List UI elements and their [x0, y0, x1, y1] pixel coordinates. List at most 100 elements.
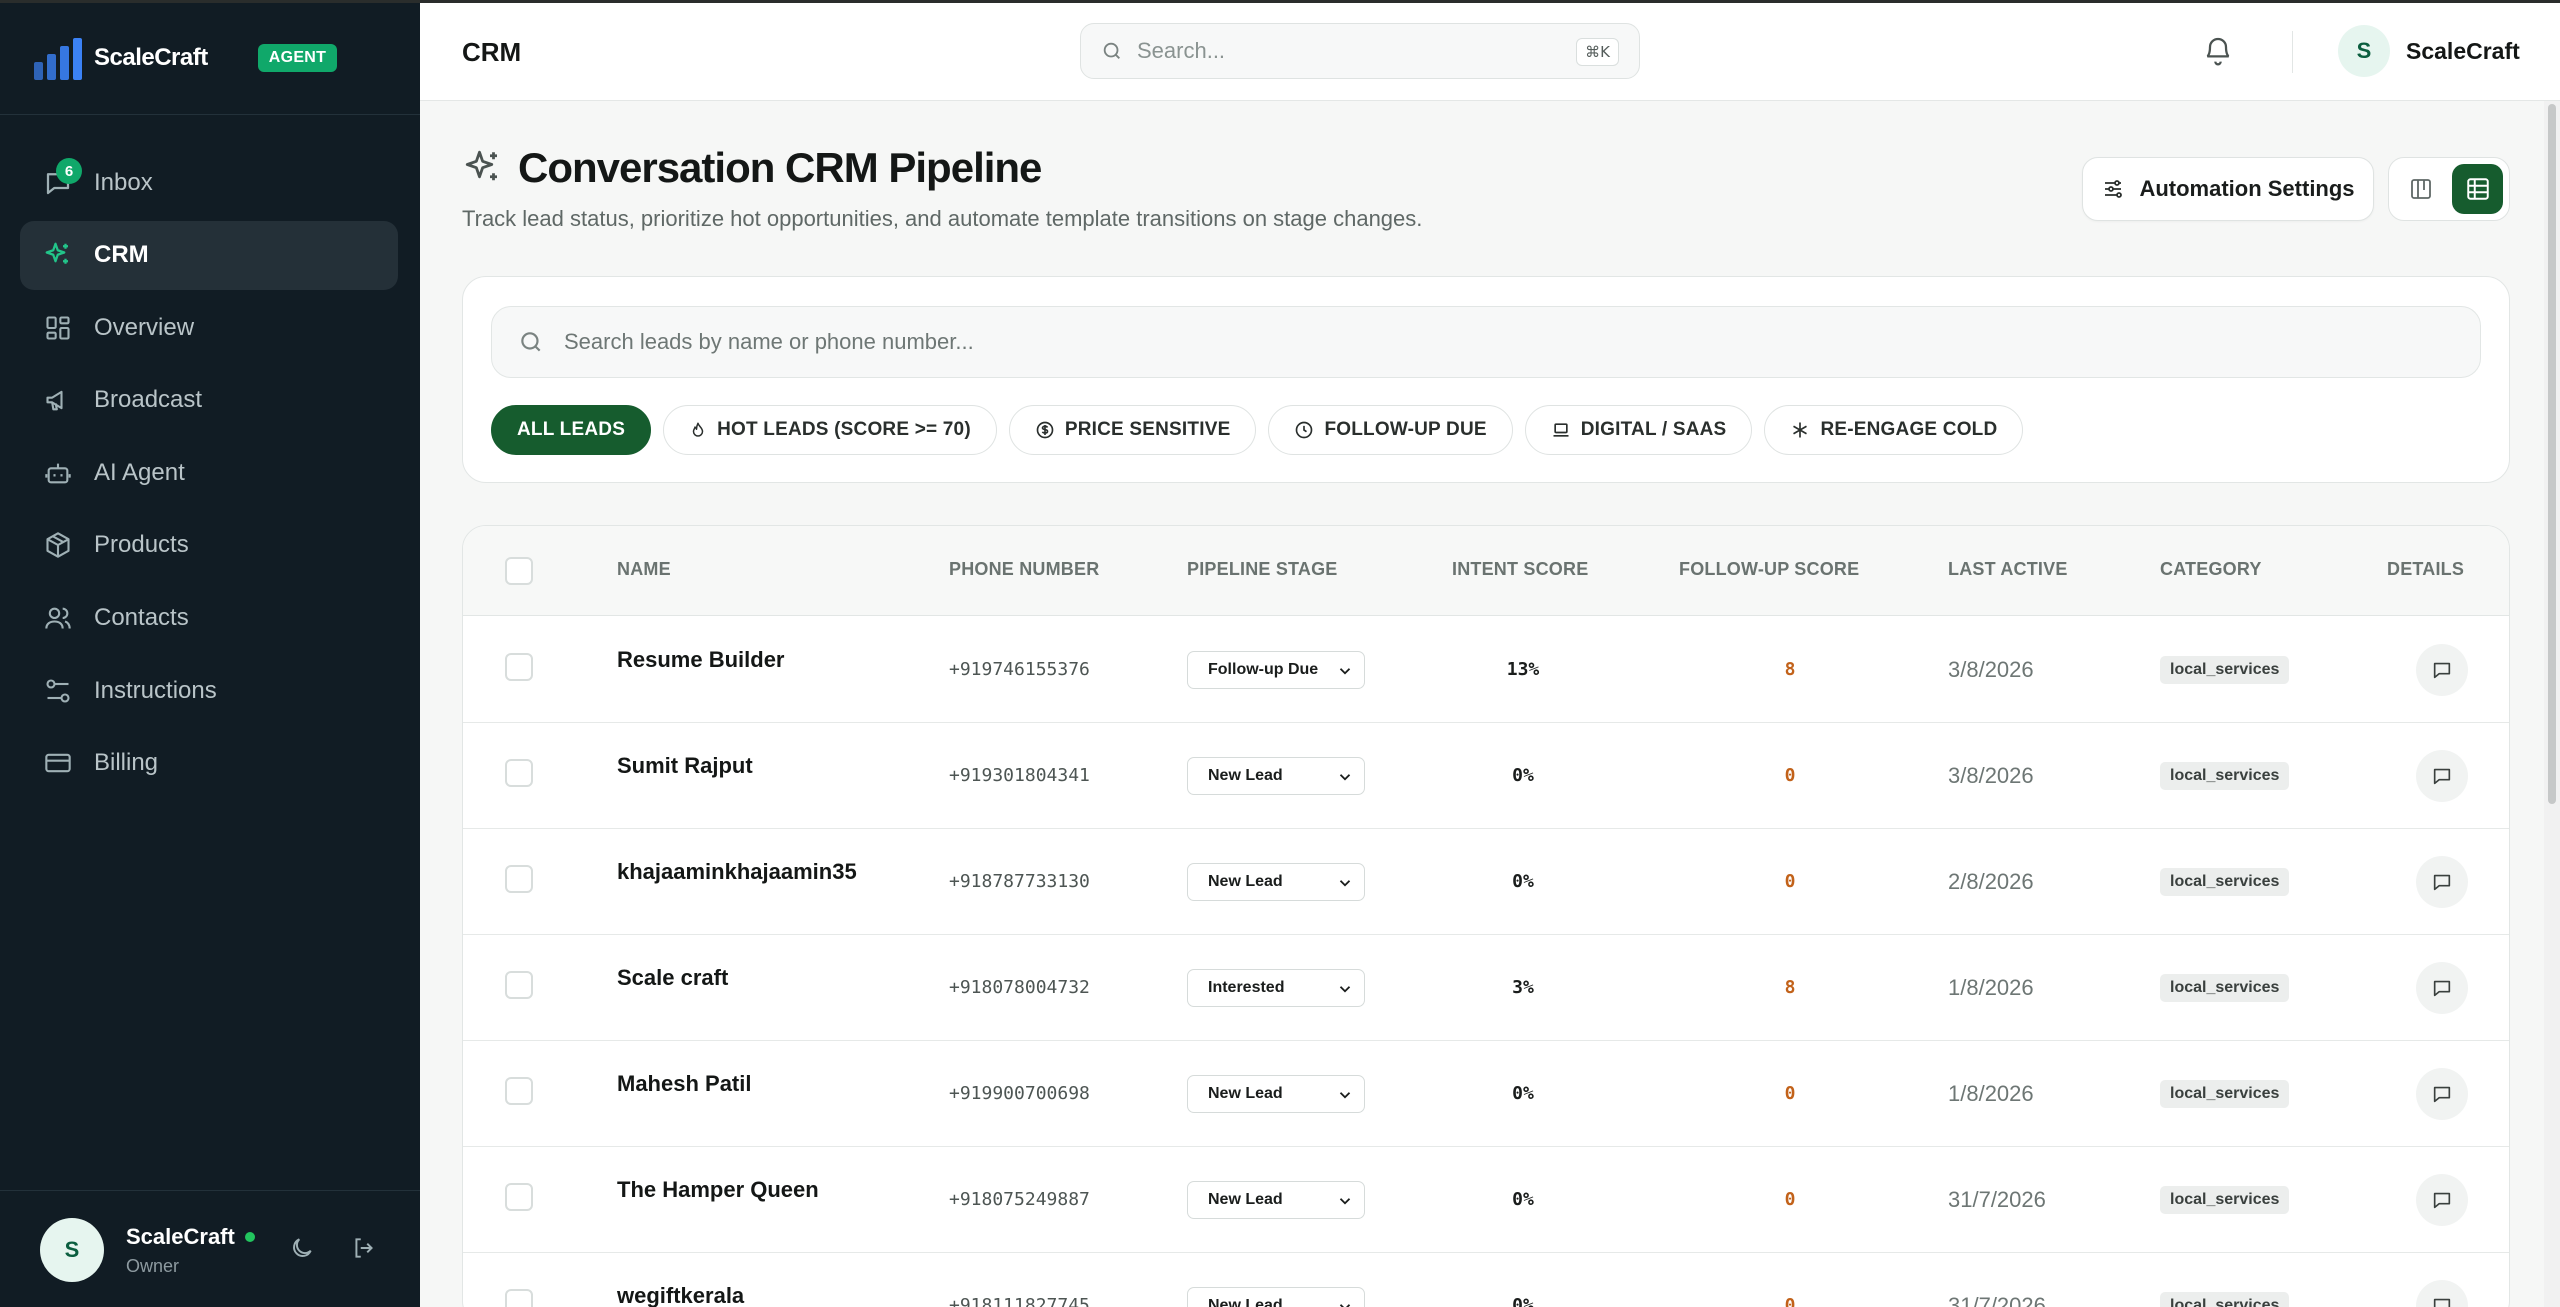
lead-name[interactable]: Sumit Rajput [617, 753, 753, 779]
pipeline-stage-select[interactable]: New Lead [1187, 863, 1365, 901]
details-button[interactable] [2416, 1280, 2468, 1307]
column-header-last-active[interactable]: LAST ACTIVE [1948, 559, 2068, 580]
intent-score: 0% [1512, 871, 1534, 892]
intent-score: 0% [1512, 1189, 1534, 1210]
details-button[interactable] [2416, 1174, 2468, 1226]
table-row[interactable]: Mahesh Patil +919900700698 New Lead 0% 0 1/8/… [463, 1041, 2509, 1147]
sidebar-item-crm[interactable]: CRM [20, 220, 398, 290]
intent-score: 0% [1512, 1083, 1534, 1104]
window-top-edge [0, 0, 2560, 3]
automation-settings-button[interactable]: Automation Settings [2082, 157, 2374, 221]
chip-label: FOLLOW-UP DUE [1324, 419, 1487, 440]
sidebar-item-products[interactable]: Products [20, 511, 398, 580]
lead-search[interactable] [491, 306, 2481, 378]
global-search[interactable]: ⌘K [1080, 23, 1640, 79]
chat-icon [2433, 1298, 2451, 1307]
flame-icon [692, 422, 704, 437]
table-row[interactable]: The Hamper Queen +918075249887 New Lead 0% 0… [463, 1147, 2509, 1253]
pipeline-stage-select[interactable]: New Lead [1187, 757, 1365, 795]
table-view-button[interactable] [2452, 164, 2503, 214]
chip-all-leads[interactable]: ALL LEADS [491, 405, 652, 455]
header-user-menu[interactable]: S ScaleCraft [2338, 25, 2520, 77]
logout-button[interactable] [348, 1232, 380, 1264]
chip-digital-saas[interactable]: DIGITAL / SAAS [1524, 405, 1753, 455]
details-button[interactable] [2416, 962, 2468, 1014]
avatar: S [40, 1218, 104, 1282]
pipeline-stage-select[interactable]: New Lead [1187, 1075, 1365, 1113]
sidebar-item-overview[interactable]: Overview [20, 293, 398, 362]
lead-name[interactable]: wegiftkerala [617, 1283, 744, 1307]
column-header-phone[interactable]: PHONE NUMBER [949, 559, 1099, 580]
table-row[interactable]: Sumit Rajput +919301804341 New Lead 0% 0 3/8/… [463, 723, 2509, 829]
pipeline-stage-select[interactable]: Interested [1187, 969, 1365, 1007]
last-active: 1/8/2026 [1948, 1081, 2034, 1106]
chevron-down-icon [1339, 1092, 1351, 1099]
row-checkbox[interactable] [505, 865, 533, 893]
chip-hot-leads[interactable]: HOT LEADS (SCORE >= 70) [663, 405, 997, 455]
brand[interactable]: ScaleCraft AGENT [34, 34, 338, 82]
header-title: CRM [462, 37, 522, 67]
lead-name[interactable]: khajaaminkhajaamin35 [617, 859, 857, 885]
pipeline-stage-select[interactable]: New Lead [1187, 1181, 1365, 1219]
table-row[interactable]: Scale craft +918078004732 Interested 3% 8 1/8… [463, 935, 2509, 1041]
follow-up-score: 0 [1784, 871, 1796, 892]
lead-name[interactable]: Scale craft [617, 965, 728, 991]
lead-name[interactable]: The Hamper Queen [617, 1177, 819, 1203]
chevron-down-icon [1339, 774, 1351, 781]
page-scrollbar-thumb[interactable] [2548, 104, 2556, 804]
lead-name[interactable]: Resume Builder [617, 647, 785, 673]
kanban-view-button[interactable] [2395, 164, 2446, 214]
column-header-stage[interactable]: PIPELINE STAGE [1187, 559, 1338, 580]
chat-icon [2433, 1192, 2451, 1209]
row-checkbox[interactable] [505, 653, 533, 681]
global-search-input[interactable] [1137, 38, 1537, 64]
header-separator [2292, 31, 2293, 73]
sidebar-item-label: CRM [94, 241, 149, 269]
follow-up-score: 8 [1784, 659, 1796, 680]
lead-phone: +918075249887 [949, 1189, 1090, 1210]
chip-re-engage-cold[interactable]: RE-ENGAGE COLD [1764, 405, 2024, 455]
column-header-intent[interactable]: INTENT SCORE [1452, 559, 1588, 580]
column-header-category[interactable]: CATEGORY [2160, 559, 2262, 580]
chip-follow-up-due[interactable]: FOLLOW-UP DUE [1268, 405, 1513, 455]
lead-name[interactable]: Mahesh Patil [617, 1071, 751, 1097]
details-button[interactable] [2416, 644, 2468, 696]
notifications-button[interactable] [2202, 35, 2236, 69]
table-row[interactable]: Resume Builder +919746155376 Follow-up Due… [463, 617, 2509, 723]
sparkles-icon [42, 239, 74, 271]
row-checkbox[interactable] [505, 971, 533, 999]
pipeline-stage-select[interactable]: Follow-up Due [1187, 651, 1365, 689]
filter-panel: ALL LEADS HOT LEADS (SCORE >= 70) PRICE … [462, 276, 2510, 483]
sidebar-item-label: AI Agent [94, 458, 185, 486]
details-button[interactable] [2416, 750, 2468, 802]
lead-phone: +919301804341 [949, 765, 1090, 786]
details-button[interactable] [2416, 1068, 2468, 1120]
sidebar-item-billing[interactable]: Billing [20, 729, 398, 798]
select-all-checkbox[interactable] [505, 557, 533, 585]
row-checkbox[interactable] [505, 759, 533, 787]
row-checkbox[interactable] [505, 1077, 533, 1105]
pipeline-stage-select[interactable]: New Lead [1187, 1287, 1365, 1307]
table-icon [2466, 178, 2489, 200]
chevron-down-icon [1339, 1304, 1351, 1307]
table-row[interactable]: khajaaminkhajaamin35 +918787733130 New Lea… [463, 829, 2509, 935]
sidebar-item-label: Contacts [94, 604, 189, 632]
table-row[interactable]: wegiftkerala +918111827745 New Lead 0% 0 31/7… [463, 1253, 2509, 1307]
column-header-follow-up[interactable]: FOLLOW-UP SCORE [1679, 559, 1859, 580]
sidebar-item-ai-agent[interactable]: AI Agent [20, 438, 398, 507]
row-checkbox[interactable] [505, 1289, 533, 1307]
sidebar-item-instructions[interactable]: Instructions [20, 656, 398, 725]
laptop-icon [1553, 423, 1569, 437]
sidebar-item-contacts[interactable]: Contacts [20, 584, 398, 653]
column-header-name[interactable]: NAME [617, 559, 671, 580]
sidebar: ScaleCraft AGENT 6 Inbox CRM Overview Br… [0, 0, 420, 1307]
details-button[interactable] [2416, 856, 2468, 908]
theme-toggle-button[interactable] [286, 1232, 318, 1264]
sidebar-item-inbox[interactable]: 6 Inbox [20, 148, 398, 217]
sidebar-user[interactable]: S ScaleCraft Owner [40, 1218, 255, 1282]
chip-price-sensitive[interactable]: PRICE SENSITIVE [1008, 405, 1257, 455]
sidebar-divider [0, 114, 420, 115]
sidebar-item-broadcast[interactable]: Broadcast [20, 366, 398, 435]
lead-search-input[interactable] [564, 329, 2364, 355]
row-checkbox[interactable] [505, 1183, 533, 1211]
